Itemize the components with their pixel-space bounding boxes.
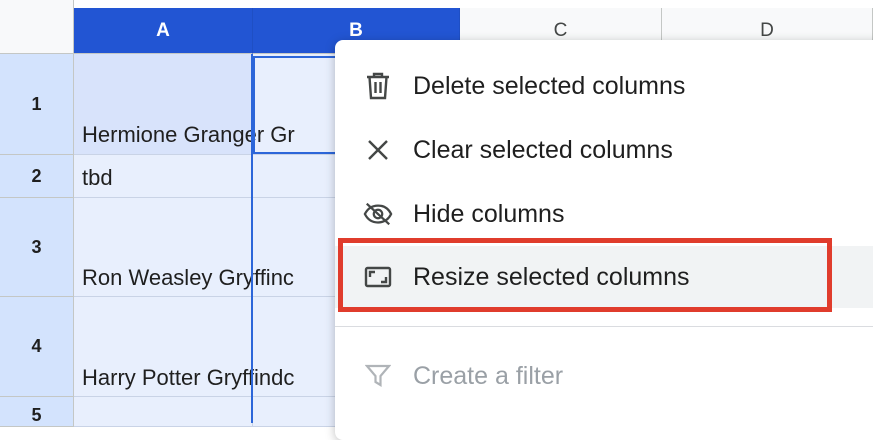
menu-item-filter-label: Create a filter bbox=[413, 361, 564, 390]
close-icon bbox=[363, 135, 393, 165]
cell-a2-text: tbd bbox=[82, 165, 113, 190]
filter-icon bbox=[363, 361, 393, 391]
menu-item-hide-columns[interactable]: Hide columns bbox=[335, 183, 873, 245]
cell-a3-text: Ron Weasley Gryffinc bbox=[82, 265, 294, 290]
trash-icon bbox=[363, 71, 393, 101]
row-header-2[interactable]: 2 bbox=[0, 155, 74, 198]
select-all-corner[interactable] bbox=[0, 0, 74, 54]
row-header-3[interactable]: 3 bbox=[0, 198, 74, 297]
highlight-annotation-box bbox=[338, 238, 832, 312]
column-header-a[interactable]: A bbox=[74, 8, 253, 54]
menu-divider bbox=[335, 326, 873, 327]
menu-item-clear-columns[interactable]: Clear selected columns bbox=[335, 119, 873, 181]
cell-a4-text: Harry Potter Gryffindc bbox=[82, 365, 295, 390]
row-header-4[interactable]: 4 bbox=[0, 297, 74, 397]
menu-item-delete-label: Delete selected columns bbox=[413, 71, 686, 100]
menu-item-clear-label: Clear selected columns bbox=[413, 135, 673, 164]
menu-item-hide-label: Hide columns bbox=[413, 199, 565, 228]
menu-item-create-filter[interactable]: Create a filter bbox=[335, 345, 873, 407]
eye-off-icon bbox=[363, 199, 393, 229]
row-header-1[interactable]: 1 bbox=[0, 54, 74, 155]
header-top-strip bbox=[74, 0, 873, 8]
menu-item-delete-columns[interactable]: Delete selected columns bbox=[335, 55, 873, 117]
